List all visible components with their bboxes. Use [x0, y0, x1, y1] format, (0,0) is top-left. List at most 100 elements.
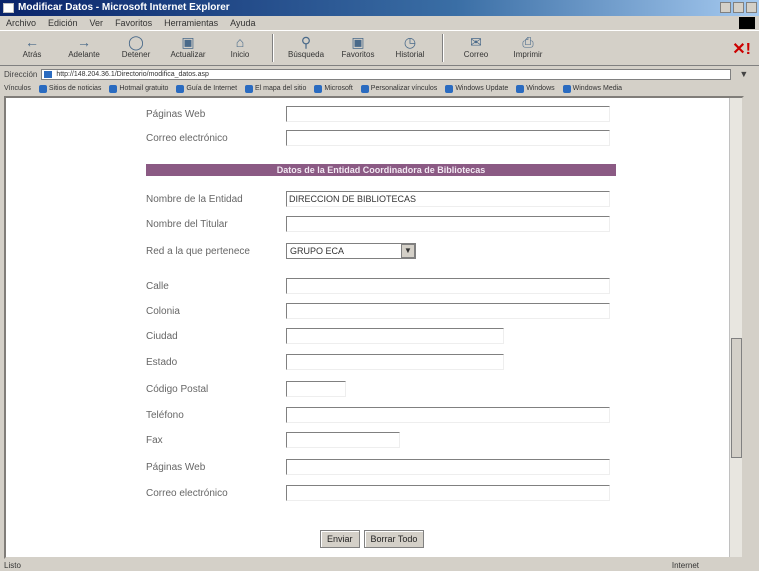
entity-name-input[interactable] [286, 191, 610, 207]
address-url: http://148.204.36.1/Directorio/modifica_… [56, 70, 209, 78]
form-row: Nombre del Titular [146, 216, 610, 232]
fax-input[interactable] [286, 432, 400, 448]
stop-button[interactable]: ◯ Detener [110, 31, 162, 65]
ie-icon [3, 3, 14, 13]
email-input[interactable] [286, 485, 610, 501]
field-label: Calle [146, 280, 169, 292]
toolbar-separator [272, 34, 274, 62]
close-button[interactable] [746, 2, 757, 13]
ie-link-icon [245, 84, 254, 93]
window-controls [720, 2, 757, 13]
holder-name-input[interactable] [286, 216, 610, 232]
ie-link-icon [562, 84, 571, 93]
toolbar-separator [442, 34, 444, 62]
window-titlebar: Modificar Datos - Microsoft Internet Exp… [0, 0, 759, 16]
print-button[interactable]: ⎙ Imprimir [502, 31, 554, 65]
field-label: Páginas Web [146, 461, 206, 473]
form-row: Estado [146, 354, 504, 370]
phone-input[interactable] [286, 407, 610, 423]
field-label: Código Postal [146, 383, 209, 395]
form-row: Correo electrónico [146, 130, 610, 146]
field-label: Colonia [146, 305, 180, 317]
form-row: Código Postal [146, 381, 346, 397]
ie-link-icon [38, 84, 47, 93]
street-input[interactable] [286, 278, 610, 294]
window-title: Modificar Datos - Microsoft Internet Exp… [18, 2, 230, 13]
menu-item-ayuda[interactable]: Ayuda [230, 16, 255, 30]
ie-link-icon [109, 84, 118, 93]
yahoo-logo-icon: ✕! [732, 41, 751, 58]
reset-button[interactable]: Borrar Todo [363, 530, 425, 548]
mail-button[interactable]: ✉ Correo [450, 31, 502, 65]
form-row: Nombre de la Entidad [146, 191, 610, 207]
link-item[interactable]: Sitios de noticias [38, 84, 101, 93]
maximize-button[interactable] [733, 2, 744, 13]
link-item[interactable]: Windows [516, 84, 555, 93]
links-label: Vínculos [4, 85, 31, 92]
menu-bar: Archivo Edición Ver Favoritos Herramient… [0, 16, 759, 30]
link-item[interactable]: Windows Media [562, 84, 622, 93]
favorites-icon: ▣ [351, 34, 365, 50]
field-label: Fax [146, 434, 163, 446]
home-icon: ⌂ [235, 34, 245, 50]
ie-link-icon [360, 84, 369, 93]
link-item[interactable]: El mapa del sitio [245, 84, 306, 93]
link-item[interactable]: Microsoft [314, 84, 353, 93]
address-input[interactable]: http://148.204.36.1/Directorio/modifica_… [41, 68, 732, 80]
toolbar: ← Atrás → Adelante ◯ Detener ▣ Actualizar ⌂ I… [0, 30, 759, 66]
vertical-scrollbar[interactable] [729, 98, 742, 557]
forward-button[interactable]: → Adelante [58, 31, 110, 65]
link-item[interactable]: Personalizar vínculos [360, 84, 437, 93]
postal-code-input[interactable] [286, 381, 346, 397]
web-pages-input[interactable] [286, 459, 610, 475]
field-label: Teléfono [146, 409, 184, 421]
form-row: Teléfono [146, 407, 610, 423]
refresh-button[interactable]: ▣ Actualizar [162, 31, 214, 65]
web-pages-input-top[interactable] [286, 106, 610, 122]
link-item[interactable]: Hotmail gratuito [109, 84, 168, 93]
menu-item-herramientas[interactable]: Herramientas [164, 16, 218, 30]
mail-icon: ✉ [470, 34, 482, 50]
ie-link-icon [176, 84, 185, 93]
city-input[interactable] [286, 328, 504, 344]
ie-link-icon [314, 84, 323, 93]
address-dropdown-icon[interactable]: ▼ [739, 69, 748, 79]
form-actions: Enviar Borrar Todo [320, 530, 425, 548]
status-text: Listo [4, 561, 21, 570]
link-item[interactable]: Windows Update [445, 84, 508, 93]
form-row: Calle [146, 278, 610, 294]
form-row: Colonia [146, 303, 610, 319]
menu-item-edicion[interactable]: Edición [48, 16, 78, 30]
ie-link-icon [516, 84, 525, 93]
form-row: Ciudad [146, 328, 504, 344]
chevron-down-icon[interactable]: ▼ [401, 244, 415, 258]
link-item[interactable]: Guía de Internet [176, 84, 237, 93]
menu-item-archivo[interactable]: Archivo [6, 16, 36, 30]
network-select[interactable]: GRUPO ECA ▼ [286, 243, 416, 259]
scrollbar-thumb[interactable] [731, 338, 742, 458]
menu-item-ver[interactable]: Ver [90, 16, 104, 30]
submit-button[interactable]: Enviar [320, 530, 360, 548]
refresh-icon: ▣ [181, 34, 195, 50]
stop-icon: ◯ [128, 34, 144, 50]
field-label: Red a la que pertenece [146, 245, 250, 257]
field-label: Páginas Web [146, 108, 206, 120]
email-input-top[interactable] [286, 130, 610, 146]
page-favicon-icon [44, 70, 53, 78]
form-row: Fax [146, 432, 400, 448]
field-label: Correo electrónico [146, 487, 228, 499]
history-button[interactable]: ◷ Historial [384, 31, 436, 65]
minimize-button[interactable] [720, 2, 731, 13]
form-row: Páginas Web [146, 459, 610, 475]
home-button[interactable]: ⌂ Inicio [214, 31, 266, 65]
form-row: Correo electrónico [146, 485, 610, 501]
favorites-button[interactable]: ▣ Favoritos [332, 31, 384, 65]
address-label: Dirección [4, 69, 38, 79]
neighborhood-input[interactable] [286, 303, 610, 319]
forward-arrow-icon: → [77, 34, 91, 50]
menu-item-favoritos[interactable]: Favoritos [115, 16, 152, 30]
back-button[interactable]: ← Atrás [6, 31, 58, 65]
state-input[interactable] [286, 354, 504, 370]
search-button[interactable]: ⚲ Búsqueda [280, 31, 332, 65]
security-zone: Internet [671, 561, 699, 570]
